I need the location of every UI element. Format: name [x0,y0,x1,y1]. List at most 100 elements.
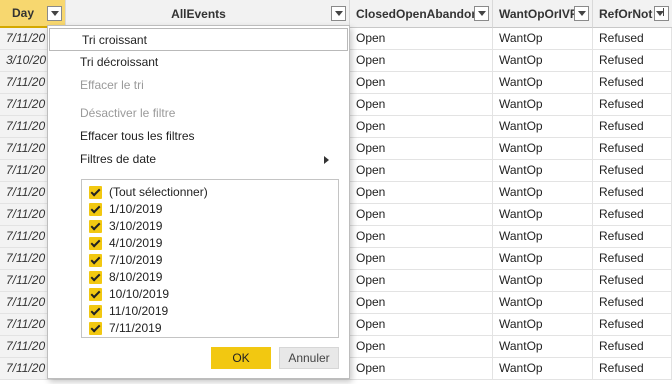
column-header-label: AllEvents [171,6,226,21]
cell-closedopenabandon1: Open [350,336,493,357]
menu-item-sort-descending[interactable]: Tri décroissant [48,51,349,74]
cell-closedopenabandon1: Open [350,116,493,137]
cell-closedopenabandon1: Open [350,358,493,379]
cell-reformot: Refused [593,138,672,159]
cell-wantoporivr: WantOp [493,270,593,291]
cell-wantoporivr: WantOp [493,248,593,269]
cell-reformot: Refused [593,226,672,247]
checkbox-checked-icon[interactable] [89,305,102,318]
menu-item-sort-ascending[interactable]: Tri croissant [49,28,348,51]
cell-wantoporivr: WantOp [493,336,593,357]
option-label: 3/10/2019 [109,219,163,233]
filter-option-select-all[interactable]: (Tout sélectionner) [89,184,208,201]
cell-closedopenabandon1: Open [350,138,493,159]
cell-closedopenabandon1: Open [350,314,493,335]
cell-reformot: Refused [593,314,672,335]
checkbox-checked-icon[interactable] [89,322,102,335]
cell-closedopenabandon1: Open [350,160,493,181]
cell-reformot: Refused [593,336,672,357]
checkbox-checked-icon[interactable] [89,220,102,233]
cell-wantoporivr: WantOp [493,28,593,49]
checkbox-checked-icon[interactable] [89,271,102,284]
cell-closedopenabandon1: Open [350,72,493,93]
cell-closedopenabandon1: Open [350,28,493,49]
cell-wantoporivr: WantOp [493,358,593,379]
cell-wantoporivr: WantOp [493,72,593,93]
menu-item-date-filters[interactable]: Filtres de date [48,148,349,171]
cell-closedopenabandon1: Open [350,226,493,247]
cell-closedopenabandon1: Open [350,270,493,291]
cell-reformot: Refused [593,292,672,313]
filter-option[interactable]: 1/10/2019 [89,201,162,218]
option-label: 11/10/2019 [109,304,169,318]
cell-reformot: Refused [593,50,672,71]
column-header-closedopenabandon1[interactable]: ClosedOpenAbandon1 [350,0,493,28]
cell-reformot: Refused [593,270,672,291]
filter-dropdown-icon[interactable] [474,6,489,21]
filter-option[interactable]: 8/10/2019 [89,269,162,286]
cell-closedopenabandon1: Open [350,292,493,313]
filter-dropdown-icon[interactable] [331,6,346,21]
checkbox-checked-icon[interactable] [89,254,102,267]
cell-reformot: Refused [593,28,672,49]
filter-option[interactable]: 3/10/2019 [89,218,162,235]
cell-closedopenabandon1: Open [350,182,493,203]
menu-item-disable-filter: Désactiver le filtre [80,106,176,120]
column-header-reformot[interactable]: RefOrNot [593,0,672,28]
cell-wantoporivr: WantOp [493,226,593,247]
cell-wantoporivr: WantOp [493,116,593,137]
filter-option[interactable]: 7/11/2019 [89,320,162,337]
checkbox-checked-icon[interactable] [89,186,102,199]
menu-item-label: Filtres de date [80,152,157,166]
cell-wantoporivr: WantOp [493,314,593,335]
column-header-day[interactable]: Day [0,0,66,28]
cell-wantoporivr: WantOp [493,138,593,159]
cell-reformot: Refused [593,204,672,225]
filter-option[interactable]: 7/10/2019 [89,252,162,269]
cell-closedopenabandon1: Open [350,50,493,71]
checkbox-checked-icon[interactable] [89,288,102,301]
filter-option[interactable]: 11/10/2019 [89,303,168,320]
ok-button[interactable]: OK [211,347,271,369]
option-label: 10/10/2019 [109,287,170,301]
column-header-label: WantOpOrIVR [499,6,574,21]
cell-wantoporivr: WantOp [493,204,593,225]
cell-reformot: Refused [593,248,672,269]
cell-wantoporivr: WantOp [493,94,593,115]
column-header-label: RefOrNot [599,6,653,21]
cell-wantoporivr: WantOp [493,292,593,313]
cancel-button[interactable]: Annuler [279,347,339,369]
filter-dropdown-icon[interactable] [47,5,62,21]
option-label: 4/10/2019 [109,236,163,250]
filter-dropdown-icon[interactable] [574,6,589,21]
cell-closedopenabandon1: Open [350,204,493,225]
filter-active-icon[interactable] [654,6,669,21]
cell-reformot: Refused [593,94,672,115]
cell-closedopenabandon1: Open [350,94,493,115]
cell-wantoporivr: WantOp [493,50,593,71]
cell-wantoporivr: WantOp [493,182,593,203]
option-label: 8/10/2019 [109,270,163,284]
checkbox-checked-icon[interactable] [89,237,102,250]
column-header-wantoporivr[interactable]: WantOpOrIVR [493,0,593,28]
cell-reformot: Refused [593,72,672,93]
cell-wantoporivr: WantOp [493,160,593,181]
filter-dropdown-menu: Tri croissant Tri décroissant Effacer le… [47,25,350,379]
column-header-label: Day [12,6,35,20]
filter-option[interactable]: 10/10/2019 [89,286,169,303]
cell-reformot: Refused [593,160,672,181]
menu-item-clear-all-filters[interactable]: Effacer tous les filtres [48,125,349,148]
cell-reformot: Refused [593,358,672,379]
option-label: 1/10/2019 [109,202,163,216]
filter-option[interactable]: 4/10/2019 [89,235,162,252]
option-label: 7/11/2019 [109,321,162,335]
column-header-allevents[interactable]: AllEvents [66,0,350,28]
filter-values-list[interactable]: (Tout sélectionner) 1/10/2019 3/10/2019 … [81,179,339,338]
submenu-arrow-icon [324,156,329,164]
cell-reformot: Refused [593,116,672,137]
cell-reformot: Refused [593,182,672,203]
option-label: (Tout sélectionner) [109,185,208,199]
checkbox-checked-icon[interactable] [89,203,102,216]
cell-closedopenabandon1: Open [350,248,493,269]
column-header-label: ClosedOpenAbandon1 [356,6,474,21]
